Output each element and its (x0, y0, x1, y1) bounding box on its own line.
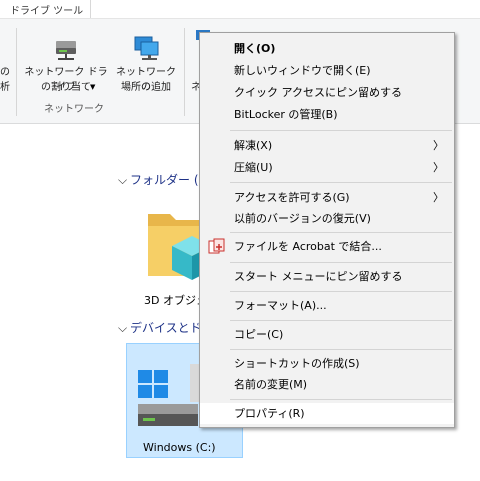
menu-separator (230, 399, 452, 400)
map-network-drive-button[interactable]: ネットワーク ドライブ の割り当て ▼ (20, 32, 112, 100)
menu-separator (230, 262, 452, 263)
menu-item-bitlocker[interactable]: BitLocker の管理(B) (200, 104, 454, 125)
menu-item-open[interactable]: 開く(O) (200, 38, 454, 59)
menu-item-give-access[interactable]: アクセスを許可する(G) 〉 (200, 187, 454, 208)
menu-item-restore-previous[interactable]: 以前のバージョンの復元(V) (200, 208, 454, 229)
ribbon-group-separator-2 (184, 28, 185, 116)
menu-separator (230, 130, 452, 131)
tab-separator (90, 0, 91, 18)
menu-separator (230, 232, 452, 233)
ribbon-partial-label-bottom: 析 (0, 82, 10, 93)
ribbon-partial-label-top: の (0, 67, 10, 78)
menu-item-pin-start[interactable]: スタート メニューにピン留めする (200, 266, 454, 287)
menu-item-create-shortcut[interactable]: ショートカットの作成(S) (200, 353, 454, 374)
context-menu: 開く(O) 新しいウィンドウで開く(E) クイック アクセスにピン留めする Bi… (199, 32, 455, 428)
ribbon-group-separator (16, 28, 17, 116)
chevron-right-icon: 〉 (433, 139, 444, 152)
network-group-label: ネットワーク (44, 104, 104, 115)
network-location-icon (134, 36, 159, 60)
chevron-down-icon: ⌵ (118, 321, 128, 335)
drive-windows-c-label: Windows (C:) (143, 441, 216, 454)
menu-item-rename[interactable]: 名前の変更(M) (200, 374, 454, 395)
menu-separator (230, 349, 452, 350)
chevron-right-icon: 〉 (433, 161, 444, 174)
menu-item-pin-quick-access[interactable]: クイック アクセスにピン留めする (200, 82, 454, 103)
menu-item-combine-acrobat[interactable]: ファイルを Acrobat で結合... (200, 236, 454, 257)
menu-separator (230, 320, 452, 321)
menu-item-open-new-window[interactable]: 新しいウィンドウで開く(E) (200, 60, 454, 81)
menu-separator (230, 291, 452, 292)
map-network-drive-label-2: の割り当て (41, 82, 91, 93)
add-network-location-button[interactable]: ネットワークの 場所の追加 (114, 32, 178, 100)
chevron-down-icon: ⌵ (118, 173, 128, 187)
network-drive-icon (56, 41, 76, 60)
folders-section-header[interactable]: ⌵ フォルダー (7 (118, 171, 206, 188)
menu-item-properties[interactable]: プロパティ(R) (200, 403, 454, 424)
chevron-right-icon: 〉 (433, 191, 444, 204)
menu-separator (230, 182, 452, 183)
chevron-down-icon: ▼ (90, 83, 96, 91)
devices-section-header[interactable]: ⌵ デバイスとド (118, 319, 202, 336)
add-network-location-label-2: 場所の追加 (121, 82, 171, 93)
menu-item-compress[interactable]: 圧縮(U) 〉 (200, 157, 454, 178)
tab-drive-tools[interactable]: ドライブ ツール (10, 2, 83, 17)
menu-item-extract[interactable]: 解凍(X) 〉 (200, 135, 454, 156)
menu-item-copy[interactable]: コピー(C) (200, 324, 454, 345)
menu-item-format[interactable]: フォーマット(A)... (200, 295, 454, 316)
